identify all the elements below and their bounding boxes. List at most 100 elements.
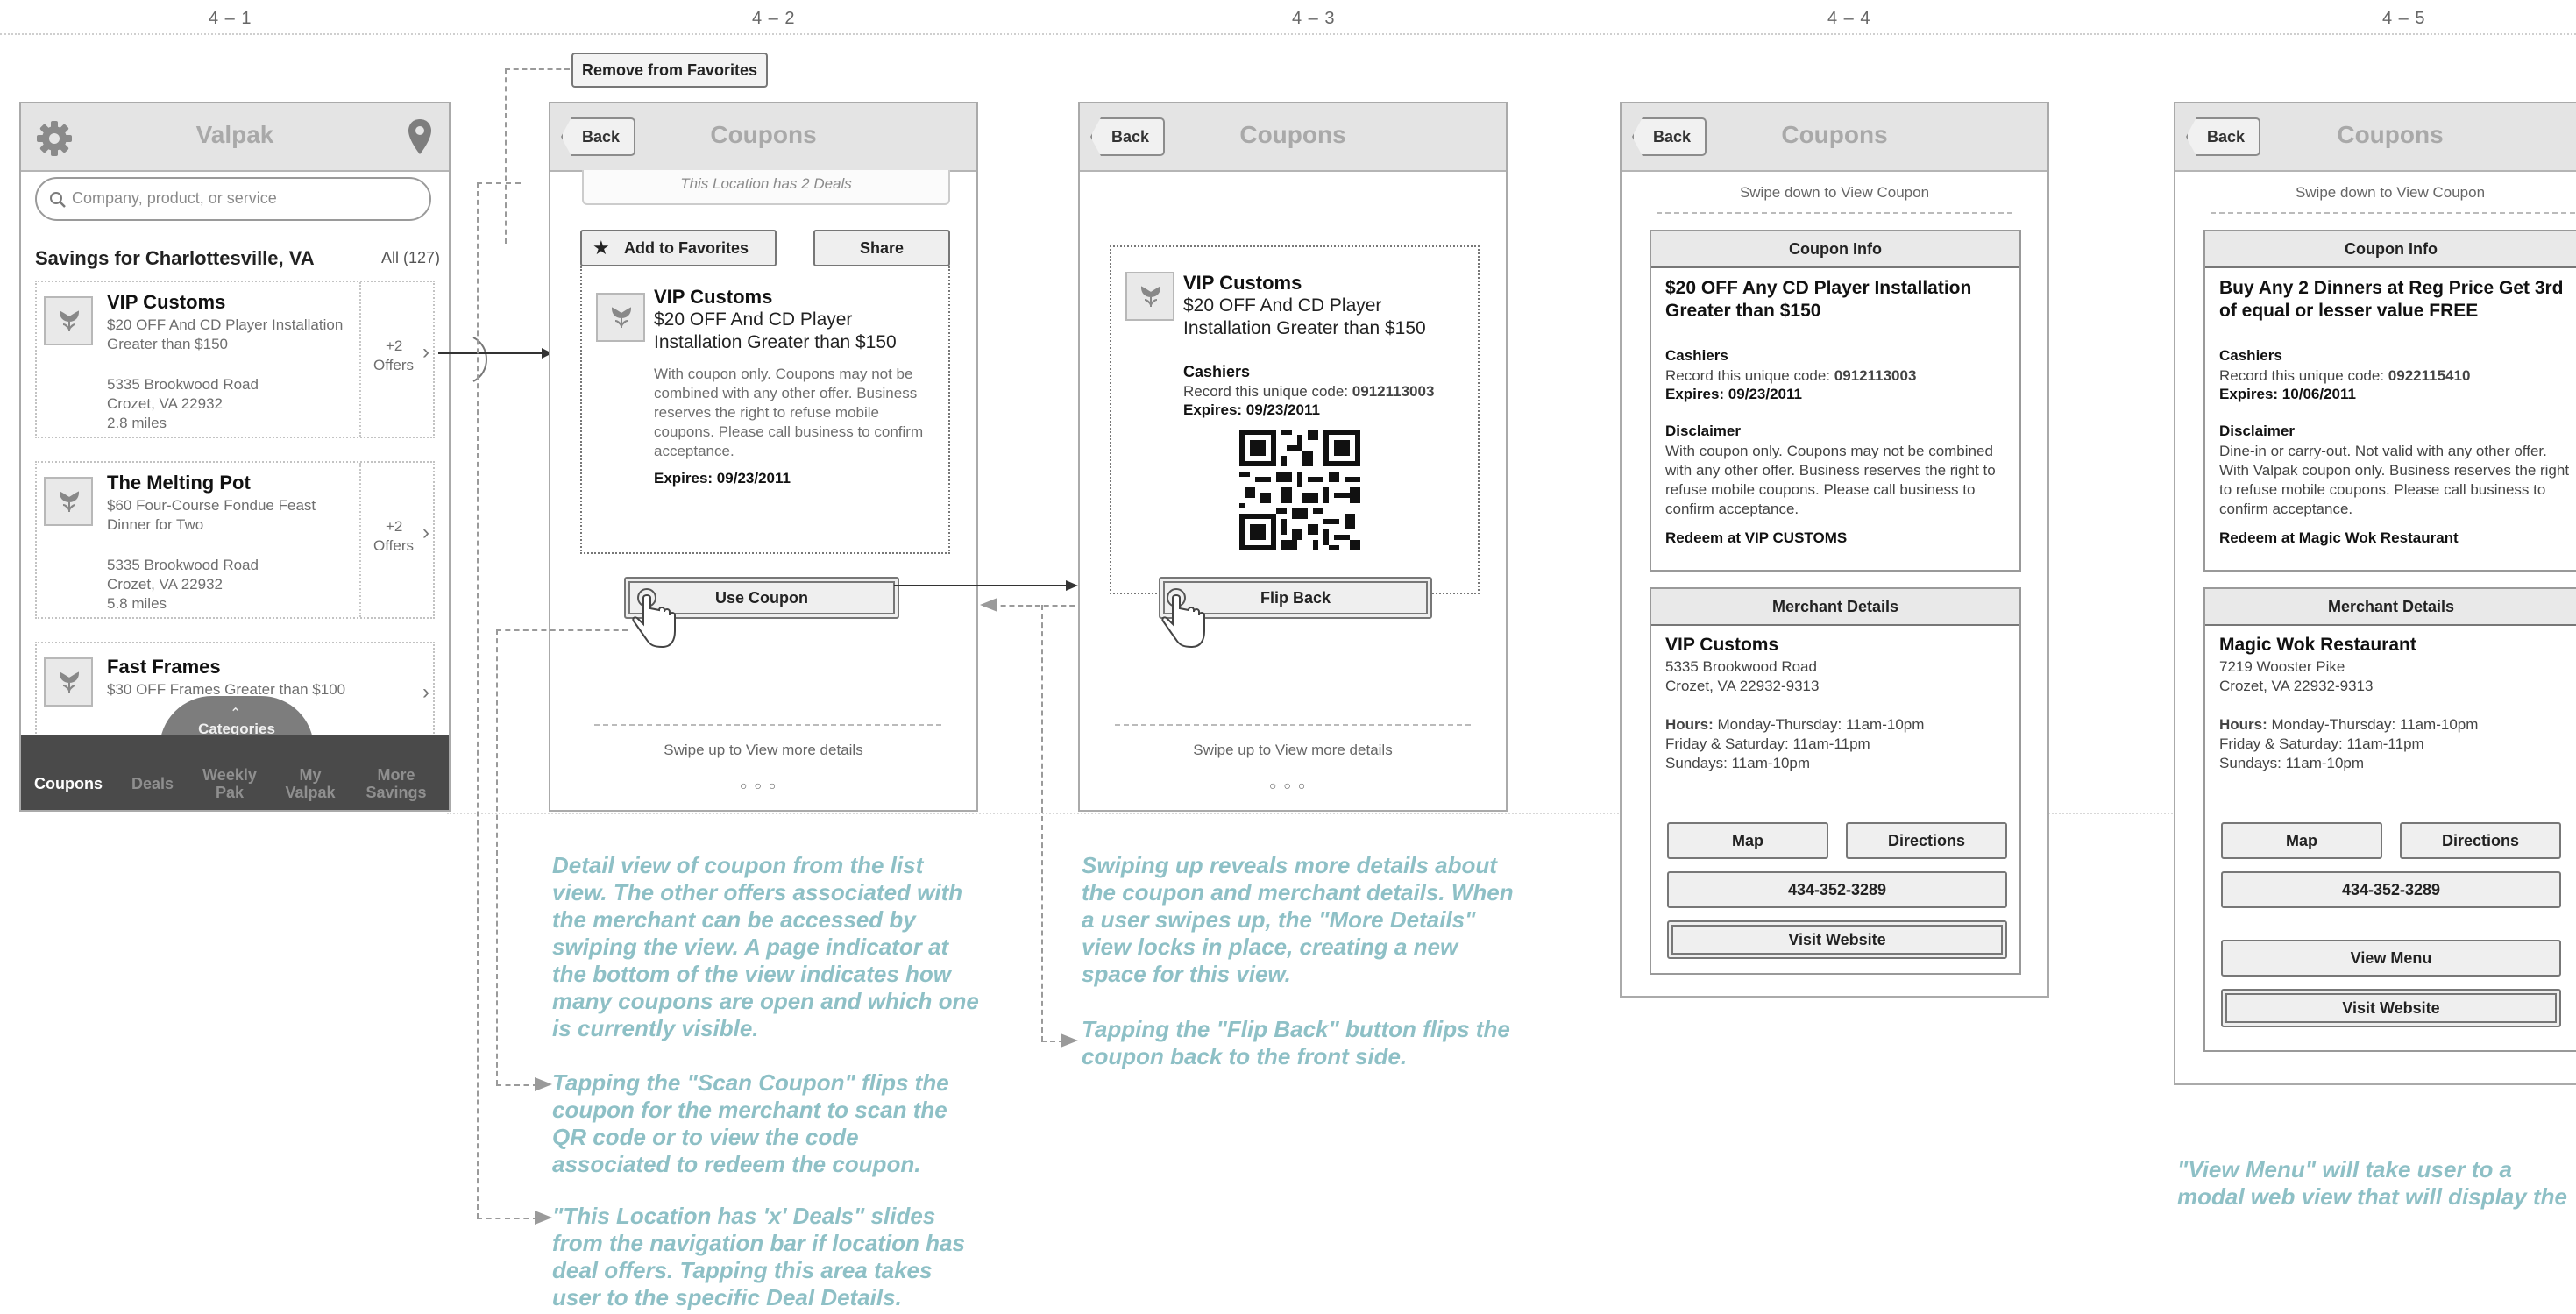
directions-button[interactable]: Directions <box>1846 822 2007 859</box>
location-deals-text: This Location has 2 Deals <box>680 175 852 192</box>
divider <box>594 724 941 726</box>
qr-code-icon <box>1239 430 1360 550</box>
add-favorites-button[interactable]: ★ Add to Favorites <box>580 230 777 266</box>
annotation-note: "This Location has 'x' Deals" slides fro… <box>552 1203 965 1310</box>
merchant-details-panel: Merchant Details VIP Customs 5335 Brookw… <box>1650 587 2021 975</box>
view-menu-button[interactable]: View Menu <box>2221 940 2561 977</box>
disclaimer-header: Disclaimer <box>1665 423 1741 439</box>
directions-button[interactable]: Directions <box>2400 822 2561 859</box>
connector-line <box>1041 605 1043 1041</box>
share-button[interactable]: Share <box>813 230 950 266</box>
redeem-text: Redeem at Magic Wok Restaurant <box>2219 529 2459 546</box>
item-address2: Crozet, VA 22932 <box>107 576 223 593</box>
merchant-logo <box>596 293 645 342</box>
section-count[interactable]: All (127) <box>381 249 440 267</box>
map-button[interactable]: Map <box>1667 822 1828 859</box>
search-placeholder: Company, product, or service <box>72 189 277 207</box>
coupon-info-header: Coupon Info <box>2205 231 2576 268</box>
cashiers-label: Cashiers <box>1665 347 1728 364</box>
merchant-name: VIP Customs <box>654 286 773 308</box>
item-distance: 5.8 miles <box>107 595 167 612</box>
tab-deals[interactable]: Deals <box>117 775 188 793</box>
annotation-note: Detail view of coupon from the list view… <box>552 852 979 1041</box>
hours-weekday: Monday-Thursday: 11am-10pm <box>2267 716 2479 733</box>
offers-count: +2 <box>386 337 403 354</box>
offers-label: Offers <box>373 357 414 373</box>
flower-icon <box>59 671 80 693</box>
chevron-up-icon: ⌃ <box>230 707 242 721</box>
star-icon: ★ <box>593 237 610 259</box>
merchant-details-header-text: Merchant Details <box>2327 598 2455 615</box>
redeem-text: Redeem at VIP CUSTOMS <box>1665 529 1848 546</box>
flower-icon <box>59 491 80 512</box>
coupon-info-header: Coupon Info <box>1651 231 2019 268</box>
record-code-line: Record this unique code: 0912113003 <box>1665 366 1916 386</box>
flower-icon <box>59 310 80 331</box>
offers-divider <box>359 463 361 617</box>
screen-title: Coupons <box>1239 121 1346 148</box>
expires-text: Expires: 09/23/2011 <box>654 470 791 487</box>
remove-favorites-button[interactable]: Remove from Favorites <box>571 53 768 88</box>
connector-line <box>496 629 498 1085</box>
list-item[interactable]: VIP Customs $20 OFF And CD Player Instal… <box>35 281 435 438</box>
connector-line <box>477 1218 538 1219</box>
terms-text: With coupon only. Coupons may not be com… <box>654 366 924 459</box>
item-name: The Melting Pot <box>107 472 251 494</box>
visit-website-button[interactable]: Visit Website <box>2221 989 2561 1027</box>
hours-label: Hours: <box>1665 716 1714 733</box>
phone-button[interactable]: 434-352-3289 <box>1667 871 2007 908</box>
location-pin-icon[interactable] <box>407 117 433 156</box>
coupon-info-panel: Coupon Info $20 OFF Any CD Player Instal… <box>1650 230 2021 572</box>
nav-bar: Back Coupons <box>1080 103 1506 172</box>
hours-line3: Sundays: 11am-10pm <box>1665 755 1811 771</box>
tab-more-savings[interactable]: More Savings <box>358 766 435 801</box>
phone-button[interactable]: 434-352-3289 <box>2221 871 2561 908</box>
item-address1: 5335 Brookwood Road <box>107 557 259 573</box>
arrow-right-icon <box>535 1077 552 1091</box>
chevron-right-icon: › <box>422 521 429 544</box>
disclaimer-header: Disclaimer <box>2219 423 2295 439</box>
coupon-info-header-text: Coupon Info <box>2345 240 2438 258</box>
swipe-up-hint: Swipe up to View more details <box>664 742 863 758</box>
flower-icon <box>611 307 632 328</box>
map-button[interactable]: Map <box>2221 822 2382 859</box>
swipe-down-hint: Swipe down to View Coupon <box>1739 184 1930 201</box>
screen-title: Coupons <box>710 121 817 148</box>
unique-code: 0922115410 <box>2388 367 2471 384</box>
cashiers-label: Cashiers <box>2219 347 2282 364</box>
connector-line <box>496 629 628 631</box>
hours-label: Hours: <box>2219 716 2267 733</box>
tab-coupons[interactable]: Coupons <box>30 775 107 793</box>
frame-label-4: 4 – 4 <box>1827 9 1871 28</box>
chevron-right-icon: › <box>422 680 429 704</box>
expires-text: Expires: 09/23/2011 <box>1665 386 1802 402</box>
hours-line2: Friday & Saturday: 11am-11pm <box>1665 735 1870 752</box>
tab-weekly-pak[interactable]: Weekly Pak <box>193 766 266 801</box>
list-item[interactable]: The Melting Pot $60 Four-Course Fondue F… <box>35 461 435 619</box>
flower-icon <box>1140 286 1161 307</box>
disclaimer-text: With coupon only. Coupons may not be com… <box>1665 443 1996 517</box>
divider <box>1115 724 1471 726</box>
annotation-note: Swiping up reveals more details about th… <box>1082 852 1514 987</box>
app-title: Valpak <box>195 121 274 148</box>
coupon-card: VIP Customs $20 OFF And CD Player Instal… <box>580 266 950 554</box>
screen-valpak-list: Valpak Company, product, or service Savi… <box>19 102 451 812</box>
coupon-card: VIP Customs $20 OFF And CD Player Instal… <box>1110 245 1480 594</box>
nav-bar: Valpak <box>21 103 449 172</box>
visit-website-button[interactable]: Visit Website <box>1667 920 2007 959</box>
swipe-up-hint: Swipe up to View more details <box>1193 742 1393 758</box>
annotation-note: Tapping the "Scan Coupon" flips the coup… <box>552 1069 949 1177</box>
swipe-down-hint: Swipe down to View Coupon <box>2295 184 2486 201</box>
frame-label-2: 4 – 2 <box>752 9 796 28</box>
hours-line2: Friday & Saturday: 11am-11pm <box>2219 735 2424 752</box>
arrow-right-icon <box>535 1211 552 1225</box>
flow-arrow <box>894 580 1078 591</box>
location-deals-banner[interactable]: This Location has 2 Deals <box>582 170 950 205</box>
connector-line <box>477 182 521 184</box>
search-input[interactable]: Company, product, or service <box>35 177 431 221</box>
merchant-address1: 5335 Brookwood Road <box>1665 658 1817 675</box>
offer-text: $20 OFF And CD Player Installation Great… <box>1183 295 1426 338</box>
frame-label-5: 4 – 5 <box>2382 9 2426 28</box>
tab-my-valpak[interactable]: My Valpak <box>275 766 345 801</box>
expires-text: Expires: 09/23/2011 <box>1183 401 1320 418</box>
